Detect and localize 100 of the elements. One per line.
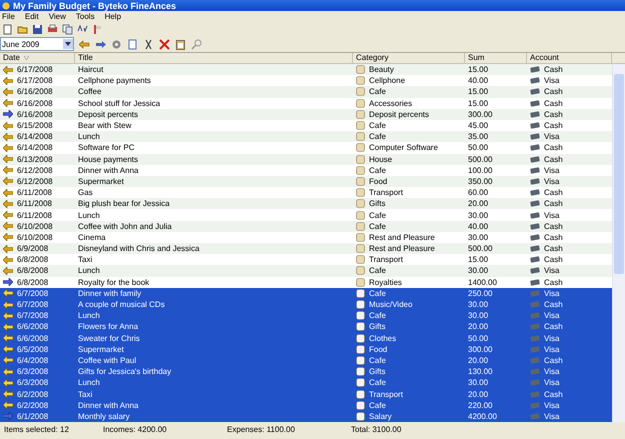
category-text: Gifts xyxy=(369,366,386,378)
table-row[interactable]: 6/8/2008 Lunch Cafe 30.00 Visa xyxy=(0,265,612,277)
forward-arrow-icon[interactable] xyxy=(95,38,106,50)
table-row[interactable]: 6/1/2008 Monthly salary Salary 4200.00 Visa xyxy=(0,410,612,422)
column-header[interactable]: Title xyxy=(75,53,353,63)
column-header[interactable]: Sum xyxy=(465,53,527,63)
table-row[interactable]: 6/16/2008 School stuff for Jessica Accessories 15.00 Cash xyxy=(0,98,612,109)
table-row[interactable]: 6/13/2008 House payments House 500.00 Cash xyxy=(0,154,612,165)
table-row[interactable]: 6/16/2008 Coffee Cafe 15.00 Cash xyxy=(0,86,612,98)
category-text: Cafe xyxy=(369,265,386,276)
date-text: 6/7/2008 xyxy=(17,288,48,299)
table-row[interactable]: 6/4/2008 Coffee with Paul Cafe 20.00 Cash xyxy=(0,354,612,366)
title-text: School stuff for Jessica xyxy=(78,98,160,109)
category-text: Cafe xyxy=(369,120,386,132)
sum-text: 30.00 xyxy=(468,232,488,243)
menu-item[interactable]: File xyxy=(2,12,15,21)
scroll-thumb[interactable] xyxy=(614,74,624,274)
menu-item[interactable]: Help xyxy=(104,12,122,21)
table-row[interactable]: 6/15/2008 Bear with Stew Cafe 45.00 Cash xyxy=(0,120,612,132)
table-row[interactable]: 6/9/2008 Disneyland with Chris and Jessica Rest and Pleasure 500.00 Cash xyxy=(0,243,612,254)
table-row[interactable]: 6/8/2008 Taxi Transport 15.00 Cash xyxy=(0,254,612,266)
table-row[interactable]: 6/2/2008 Dinner with Anna Cafe 220.00 Visa xyxy=(0,400,612,411)
category-text: Food xyxy=(369,176,388,187)
new-file-icon[interactable] xyxy=(2,24,13,34)
save-icon[interactable] xyxy=(32,24,43,34)
title-text: Big plush bear for Jessica xyxy=(78,198,170,210)
date-text: 6/17/2008 xyxy=(17,64,53,76)
date-text: 6/14/2008 xyxy=(17,131,53,142)
sum-text: 300.00 xyxy=(468,344,492,355)
title-text: Lunch xyxy=(78,310,100,322)
sum-text: 350.00 xyxy=(468,176,492,187)
menu-item[interactable]: View xyxy=(48,12,66,21)
category-text: Gifts xyxy=(369,321,386,332)
date-text: 6/16/2008 xyxy=(17,98,53,109)
back-arrow-icon[interactable] xyxy=(79,38,90,50)
column-header[interactable]: Account xyxy=(527,53,612,63)
column-header[interactable]: Date xyxy=(0,53,75,63)
category-text: Cafe xyxy=(369,131,386,142)
sum-text: 15.00 xyxy=(468,86,488,98)
title-text: Gifts for Jessica's birthday xyxy=(78,366,172,378)
table-row[interactable]: 6/11/2008 Lunch Cafe 30.00 Visa xyxy=(0,209,612,221)
table-row[interactable]: 6/12/2008 Supermarket Food 350.00 Visa xyxy=(0,176,612,188)
menu-item[interactable]: Tools xyxy=(76,12,95,21)
table-row[interactable]: 6/2/2008 Taxi Transport 20.00 Cash xyxy=(0,388,612,400)
date-text: 6/3/2008 xyxy=(17,366,48,378)
table-row[interactable]: 6/6/2008 Flowers for Anna Gifts 20.00 Cash xyxy=(0,321,612,332)
title-text: Flowers for Anna xyxy=(78,321,138,332)
sum-text: 35.00 xyxy=(468,131,488,142)
account-text: Visa xyxy=(544,344,560,355)
title-text: Supermarket xyxy=(78,344,124,355)
account-text: Visa xyxy=(544,410,560,422)
sum-text: 15.00 xyxy=(468,98,488,109)
table-row[interactable]: 6/14/2008 Software for PC Computer Software 50.00 Cash xyxy=(0,142,612,154)
column-header[interactable]: Category xyxy=(353,53,465,63)
sum-text: 30.00 xyxy=(468,310,488,322)
status-text: Expenses: 1100.00 xyxy=(226,424,296,434)
account-text: Visa xyxy=(544,176,560,187)
account-text: Cash xyxy=(544,321,563,332)
open-folder-icon[interactable] xyxy=(17,24,28,34)
sum-text: 300.00 xyxy=(468,108,492,120)
new-record-icon[interactable] xyxy=(127,38,138,50)
month-dropdown[interactable]: June 2009 xyxy=(0,37,74,51)
category-text: Music/Video xyxy=(369,299,412,310)
date-text: 6/11/2008 xyxy=(17,187,52,198)
date-text: 6/10/2008 xyxy=(17,220,53,232)
table-row[interactable]: 6/17/2008 Haircut Beauty 15.00 Cash xyxy=(0,64,612,76)
table-row[interactable]: 6/11/2008 Gas Transport 60.00 Cash xyxy=(0,187,612,198)
table-row[interactable]: 6/7/2008 Lunch Cafe 30.00 Visa xyxy=(0,310,612,322)
table-row[interactable]: 6/14/2008 Lunch Cafe 35.00 Visa xyxy=(0,131,612,142)
account-text: Cash xyxy=(544,388,563,400)
date-text: 6/7/2008 xyxy=(17,310,48,322)
print-icon[interactable] xyxy=(47,24,58,34)
table-row[interactable]: 6/10/2008 Coffee with John and Julia Cafe 40.00 Cash xyxy=(0,220,612,232)
table-row[interactable]: 6/3/2008 Gifts for Jessica's birthday Gifts 130.00 Visa xyxy=(0,366,612,378)
account-text: Visa xyxy=(544,366,560,378)
sum-text: 50.00 xyxy=(468,142,488,154)
table-row[interactable]: 6/12/2008 Dinner with Anna Cafe 100.00 Visa xyxy=(0,164,612,176)
title-text: Bear with Stew xyxy=(78,120,132,132)
table-row[interactable]: 6/7/2008 Dinner with family Cafe 250.00 Visa xyxy=(0,288,612,299)
date-text: 6/1/2008 xyxy=(17,410,48,422)
table-row[interactable]: 6/16/2008 Deposit percents Deposit percents 300.00 Cash xyxy=(0,108,612,120)
search-icon[interactable] xyxy=(191,38,202,50)
menu-item[interactable]: Edit xyxy=(24,12,39,21)
table-row[interactable]: 6/10/2008 Cinema Rest and Pleasure 30.00 Cash xyxy=(0,232,612,243)
scrollbar[interactable] xyxy=(612,64,625,422)
account-text: Cash xyxy=(544,254,563,266)
date-text: 6/11/2008 xyxy=(17,198,52,210)
title-text: House payments xyxy=(78,154,138,165)
title-text: A couple of musical CDs xyxy=(78,299,165,310)
table-row[interactable]: 6/7/2008 A couple of musical CDs Music/Video 30.00 Cash xyxy=(0,298,612,310)
category-text: Food xyxy=(369,344,388,355)
delete-icon[interactable] xyxy=(159,38,170,50)
table-row[interactable]: 6/3/2008 Lunch Cafe 30.00 Visa xyxy=(0,377,612,388)
table-row[interactable]: 6/8/2008 Royalty for the book Royalties 1400.00 Cash xyxy=(0,276,612,288)
table-row[interactable]: 6/17/2008 Cellphone payments Cellphone 40.00 Visa xyxy=(0,75,612,86)
table-row[interactable]: 6/5/2008 Supermarket Food 300.00 Visa xyxy=(0,344,612,355)
table-row[interactable]: 6/6/2008 Sweater for Chris Clothes 50.00 Visa xyxy=(0,332,612,344)
table-row[interactable]: 6/11/2008 Big plush bear for Jessica Gifts 20.00 Cash xyxy=(0,198,612,210)
paste-icon[interactable] xyxy=(175,38,186,50)
copy-icon[interactable] xyxy=(62,24,73,34)
